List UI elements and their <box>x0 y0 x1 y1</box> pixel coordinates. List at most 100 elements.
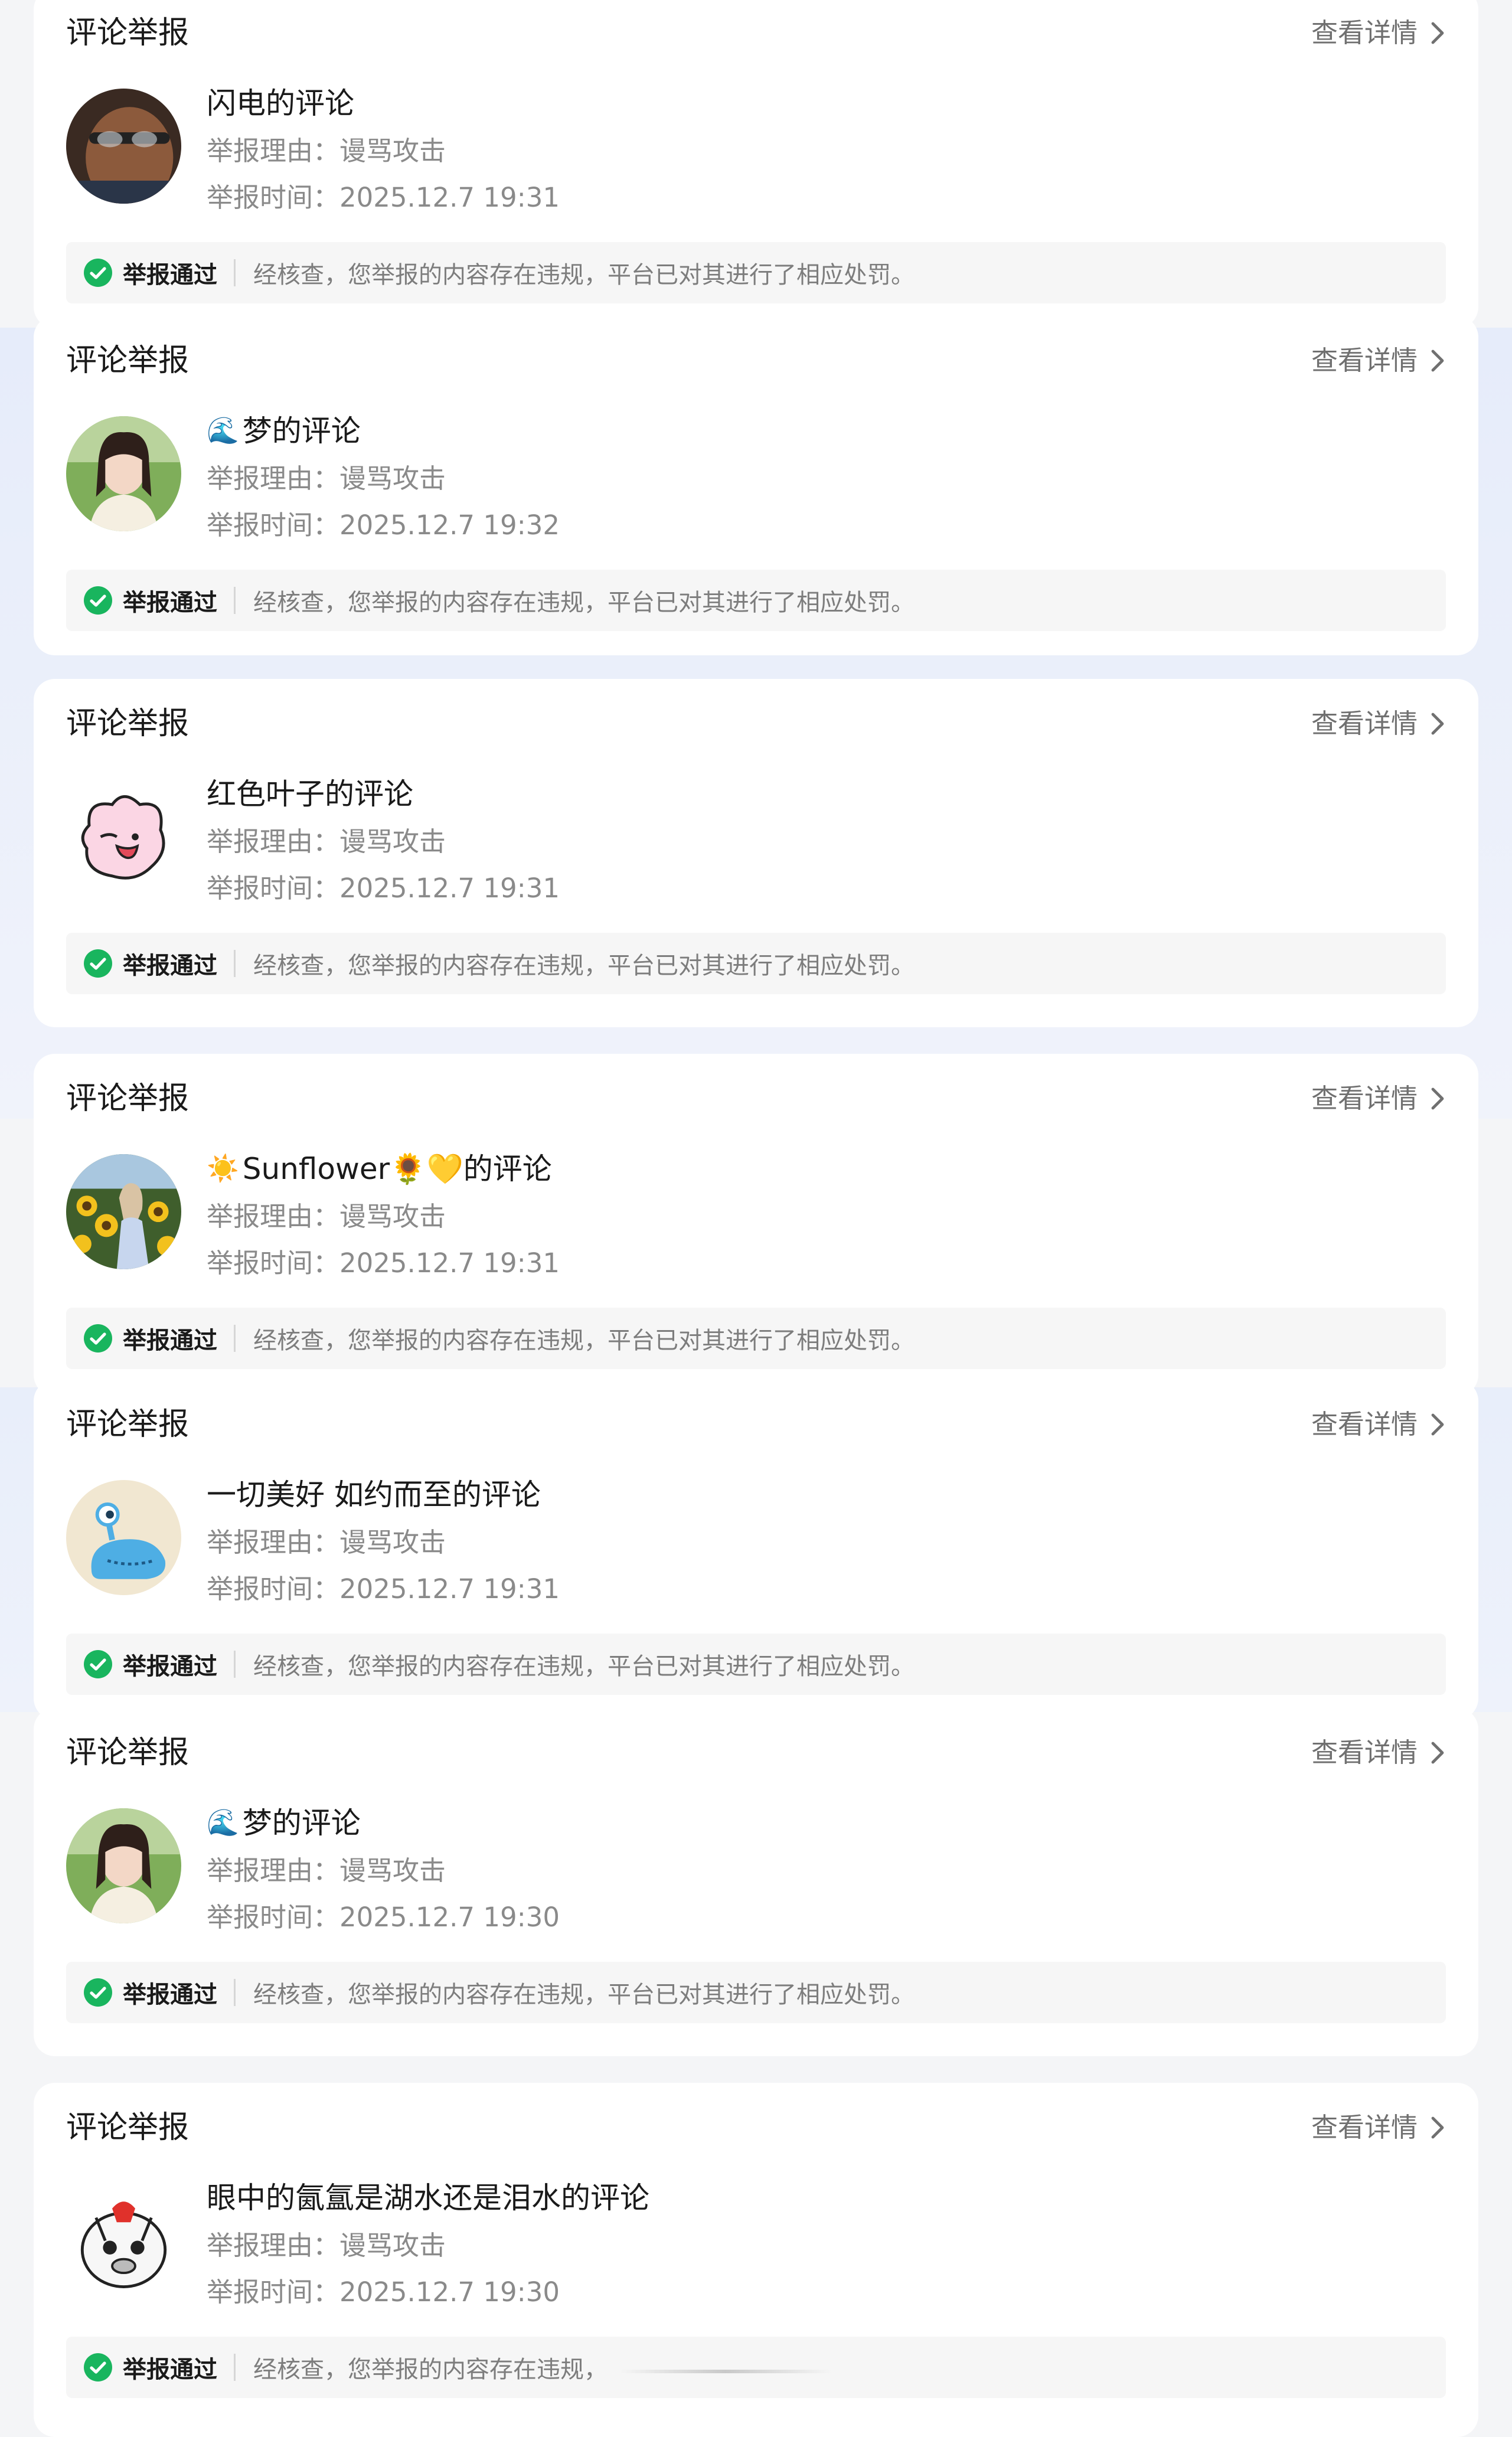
name-prefix-emoji: 🌊 <box>207 416 239 446</box>
avatar[interactable] <box>66 779 181 894</box>
loading-fade-bar <box>619 2370 832 2373</box>
status-label: 举报通过 <box>123 262 217 289</box>
commenter-name: 闪电的评论 <box>207 89 354 118</box>
status-divider <box>234 950 236 977</box>
card-title: 评论举报 <box>66 1735 190 1770</box>
avatar[interactable] <box>66 2183 181 2298</box>
chevron-right-icon <box>1431 22 1444 44</box>
check-circle-icon <box>84 1324 112 1353</box>
card-title: 评论举报 <box>66 2110 190 2145</box>
report-reason: 举报理由：谩骂攻击 <box>207 463 446 494</box>
avatar[interactable] <box>66 1154 181 1269</box>
report-card[interactable]: 评论举报 查看详情 眼中的氤氲是湖水还是泪水的评论 举报理由：谩骂攻击 举报时间… <box>34 2083 1478 2437</box>
report-status-bar: 举报通过 经核查，您举报的内容存在违规，平台已对其进行了相应处罚。 <box>66 242 1446 303</box>
report-reason: 举报理由：谩骂攻击 <box>207 2230 446 2261</box>
chevron-right-icon <box>1431 2116 1444 2138</box>
avatar-image <box>66 1154 181 1269</box>
commenter-name: ☀️ Sunflower🌻💛的评论 <box>207 1154 552 1184</box>
commenter-name-text: 梦的评论 <box>242 414 361 448</box>
view-details-link[interactable]: 查看详情 <box>1311 710 1446 737</box>
check-circle-icon <box>84 2353 112 2382</box>
chevron-right-icon <box>1431 1087 1444 1109</box>
commenter-name-text: Sunflower🌻💛的评论 <box>242 1152 552 1186</box>
report-status-bar: 举报通过 经核查，您举报的内容存在违规，平台已对其进行了相应处罚。 <box>66 933 1446 994</box>
status-label: 举报通过 <box>123 1653 217 1680</box>
check-circle-icon <box>84 1978 112 2007</box>
view-details-label: 查看详情 <box>1311 345 1418 376</box>
report-time: 举报时间：2025.12.7 19:31 <box>207 873 560 904</box>
status-divider <box>234 1325 236 1352</box>
status-label: 举报通过 <box>123 2356 217 2383</box>
avatar-image <box>66 1808 181 1923</box>
report-reason: 举报理由：谩骂攻击 <box>207 1527 446 1558</box>
avatar-image <box>66 416 181 531</box>
view-details-link[interactable]: 查看详情 <box>1311 19 1446 46</box>
commenter-name: 红色叶子的评论 <box>207 779 413 809</box>
view-details-label: 查看详情 <box>1311 1083 1418 1114</box>
report-status-bar: 举报通过 经核查，您举报的内容存在违规，平台已对其进行了相应处罚。 <box>66 1634 1446 1695</box>
report-time: 举报时间：2025.12.7 19:31 <box>207 1573 560 1605</box>
card-title: 评论举报 <box>66 706 190 741</box>
status-label: 举报通过 <box>123 1327 217 1354</box>
status-message: 经核查，您举报的内容存在违规，平台已对其进行了相应处罚。 <box>253 262 915 289</box>
report-time: 举报时间：2025.12.7 19:32 <box>207 509 560 541</box>
report-card[interactable]: 评论举报 查看详情 红色叶子的评论 举报理由：谩骂攻击 举报时间：2025.12… <box>34 679 1478 1027</box>
card-title: 评论举报 <box>66 1081 190 1116</box>
status-divider <box>234 587 236 614</box>
view-details-label: 查看详情 <box>1311 17 1418 48</box>
commenter-name-text: 闪电的评论 <box>207 86 354 120</box>
status-message: 经核查，您举报的内容存在违规，平台已对其进行了相应处罚。 <box>253 1981 915 2008</box>
commenter-name-text: 眼中的氤氲是湖水还是泪水的评论 <box>207 2181 649 2215</box>
chevron-right-icon <box>1431 1413 1444 1435</box>
avatar-image <box>66 1480 181 1595</box>
view-details-link[interactable]: 查看详情 <box>1311 1411 1446 1438</box>
report-card[interactable]: 评论举报 查看详情 闪电的评论 举报理由：谩骂攻击 举报时间：2025.12.7… <box>34 0 1478 328</box>
status-message: 经核查，您举报的内容存在违规，平台已对其进行了相应处罚。 <box>253 589 915 616</box>
name-prefix-emoji: ☀️ <box>207 1154 239 1184</box>
chevron-right-icon <box>1431 349 1444 371</box>
report-card[interactable]: 评论举报 查看详情 ☀️ Sunflower🌻💛的评论 举报理由：谩骂攻击 举报… <box>34 1054 1478 1396</box>
report-reason: 举报理由：谩骂攻击 <box>207 826 446 857</box>
report-status-bar: 举报通过 经核查，您举报的内容存在违规，平台已对其进行了相应处罚。 <box>66 1962 1446 2023</box>
commenter-name-text: 一切美好 如约而至的评论 <box>207 1478 541 1512</box>
avatar[interactable] <box>66 1480 181 1595</box>
commenter-name-text: 梦的评论 <box>242 1806 361 1840</box>
chevron-right-icon <box>1431 1742 1444 1763</box>
avatar-image <box>66 2183 181 2298</box>
card-title: 评论举报 <box>66 15 190 51</box>
report-card[interactable]: 评论举报 查看详情 🌊 梦的评论 举报理由：谩骂攻击 举报时间：2025.12.… <box>34 1708 1478 2056</box>
status-message: 经核查，您举报的内容存在违规， <box>253 2356 608 2383</box>
status-divider <box>234 1651 236 1678</box>
status-message: 经核查，您举报的内容存在违规，平台已对其进行了相应处罚。 <box>253 952 915 979</box>
report-time: 举报时间：2025.12.7 19:31 <box>207 1247 560 1279</box>
avatar[interactable] <box>66 416 181 531</box>
check-circle-icon <box>84 1650 112 1678</box>
status-message: 经核查，您举报的内容存在违规，平台已对其进行了相应处罚。 <box>253 1653 915 1680</box>
report-status-bar: 举报通过 经核查，您举报的内容存在违规，平台已对其进行了相应处罚。 <box>66 1308 1446 1369</box>
report-time: 举报时间：2025.12.7 19:30 <box>207 1902 560 1933</box>
avatar[interactable] <box>66 89 181 204</box>
report-card[interactable]: 评论举报 查看详情 🌊 梦的评论 举报理由：谩骂攻击 举报时间：2025.12.… <box>34 316 1478 655</box>
avatar-image <box>66 89 181 204</box>
status-message: 经核查，您举报的内容存在违规，平台已对其进行了相应处罚。 <box>253 1327 915 1354</box>
view-details-link[interactable]: 查看详情 <box>1311 2114 1446 2141</box>
chevron-right-icon <box>1431 713 1444 734</box>
report-card[interactable]: 评论举报 查看详情 一切美好 如约而至的评论 举报理由：谩骂攻击 举报时间：20… <box>34 1380 1478 1720</box>
name-prefix-emoji: 🌊 <box>207 1808 239 1838</box>
avatar-image <box>66 779 181 894</box>
status-divider <box>234 259 236 286</box>
view-details-link[interactable]: 查看详情 <box>1311 1085 1446 1112</box>
commenter-name: 一切美好 如约而至的评论 <box>207 1480 541 1510</box>
commenter-name-text: 红色叶子的评论 <box>207 777 413 811</box>
check-circle-icon <box>84 259 112 287</box>
commenter-name: 眼中的氤氲是湖水还是泪水的评论 <box>207 2183 649 2213</box>
commenter-name: 🌊 梦的评论 <box>207 1808 361 1838</box>
report-status-bar: 举报通过 经核查，您举报的内容存在违规，平台已对其进行了相应处罚。 <box>66 570 1446 631</box>
avatar[interactable] <box>66 1808 181 1923</box>
view-details-link[interactable]: 查看详情 <box>1311 347 1446 374</box>
view-details-label: 查看详情 <box>1311 708 1418 739</box>
view-details-link[interactable]: 查看详情 <box>1311 1739 1446 1766</box>
view-details-label: 查看详情 <box>1311 2112 1418 2143</box>
view-details-label: 查看详情 <box>1311 1409 1418 1440</box>
status-divider <box>234 1979 236 2006</box>
